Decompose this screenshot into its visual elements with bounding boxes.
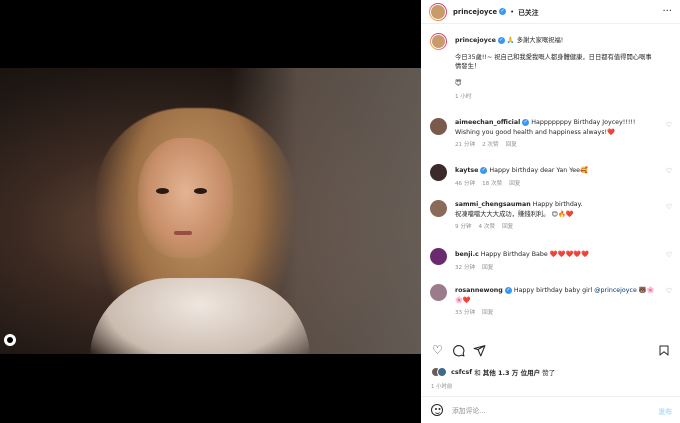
- like-comment-icon[interactable]: ♡: [666, 287, 672, 295]
- mention-link[interactable]: @princejoyce: [594, 287, 637, 294]
- follow-status-button[interactable]: 已关注: [518, 7, 538, 17]
- commenter-avatar[interactable]: [430, 248, 447, 265]
- more-options-icon[interactable]: ···: [662, 7, 672, 17]
- post-header: princejoyce ✓ • 已关注 ···: [421, 0, 680, 24]
- commenter-username[interactable]: kaytse: [455, 167, 478, 174]
- likes-suffix: 赞了: [542, 369, 556, 377]
- post-photo[interactable]: [0, 68, 421, 354]
- comment-item: aimeechan_official ✓ Happpppppy Birthday …: [421, 118, 680, 164]
- caption-author[interactable]: princejoyce: [455, 37, 496, 44]
- comment-text-line2: 祝凍噹噹大大大成功，賺錢利利。: [455, 210, 550, 218]
- caption-title-line: princejoyce ✓ 🙏 多謝大家嘅祝福!: [455, 33, 660, 46]
- comment-text: Happy birthday.: [532, 201, 583, 208]
- post-sidebar: princejoyce ✓ • 已关注 ··· princejoyce ✓ 🙏 多…: [421, 0, 680, 423]
- comment-text: Happy Birthday Babe: [480, 251, 548, 258]
- like-comment-icon[interactable]: ♡: [666, 121, 672, 129]
- commenter-username[interactable]: benji.c: [455, 251, 479, 258]
- caption-time: 1 小时: [455, 94, 472, 100]
- comments-list: princejoyce ✓ 🙏 多謝大家嘅祝福! 今日35歲!!~ 祝自己和我愛我…: [421, 33, 680, 335]
- commenter-username[interactable]: sammi_chengsauman: [455, 201, 531, 208]
- comment-time: 32 分钟: [455, 264, 476, 271]
- caption-title: 🙏 多謝大家嘅祝福!: [506, 37, 564, 44]
- comment-text: Happy birthday baby girl: [513, 287, 595, 294]
- liker-avatars[interactable]: [431, 367, 447, 377]
- liker-username[interactable]: csfcsf: [451, 368, 472, 376]
- comment-icon[interactable]: [452, 344, 465, 357]
- commenter-username[interactable]: rosannewong: [455, 287, 503, 294]
- emoji: 🥰: [580, 167, 588, 174]
- separator-dot: •: [510, 7, 515, 16]
- caption-emoji: 😇: [455, 79, 462, 87]
- post-comment-button[interactable]: 发布: [658, 406, 672, 416]
- like-comment-icon[interactable]: ♡: [666, 251, 672, 259]
- comment-composer: 添加评论... 发布: [421, 396, 680, 423]
- caption: princejoyce ✓ 🙏 多謝大家嘅祝福! 今日35歲!!~ 祝自己和我愛我…: [421, 33, 680, 107]
- verified-icon: ✓: [480, 166, 488, 174]
- verified-icon: ✓: [497, 36, 505, 44]
- reply-button[interactable]: 回复: [506, 140, 517, 148]
- comment-time: 46 分钟: [455, 180, 476, 187]
- caption-body: 今日35歲!!~ 祝自己和我愛我嘅人都身體健康，日日都有值得開心嘅事情發生！: [455, 53, 652, 71]
- comment-time: 33 分钟: [455, 310, 476, 316]
- author-avatar[interactable]: [429, 2, 447, 21]
- verified-icon: ✓: [522, 118, 530, 126]
- comment-time: 9 分钟: [455, 224, 472, 230]
- comment-item: benji.c Happy Birthday Babe ❤️❤️❤️❤️❤️ 3…: [421, 248, 680, 284]
- comment-likes[interactable]: 2 次赞: [482, 140, 499, 148]
- bookmark-icon[interactable]: [657, 344, 670, 357]
- reply-button[interactable]: 回复: [482, 308, 493, 316]
- comment-likes[interactable]: 18 次赞: [482, 179, 502, 187]
- action-bar: ♡: [421, 344, 680, 360]
- commenter-avatar[interactable]: [430, 118, 447, 135]
- comment-likes[interactable]: 4 次赞: [479, 222, 496, 230]
- post-time: 1 小时前: [431, 384, 453, 390]
- author-avatar-small[interactable]: [430, 33, 447, 50]
- commenter-avatar[interactable]: [430, 164, 447, 181]
- reply-button[interactable]: 回复: [509, 179, 520, 187]
- heart-emoji: ❤️: [607, 128, 615, 136]
- verified-icon: ✓: [504, 286, 512, 294]
- heart-emojis: ❤️❤️❤️❤️❤️: [549, 251, 590, 258]
- reply-button[interactable]: 回复: [502, 222, 513, 230]
- commenter-avatar[interactable]: [430, 284, 447, 301]
- share-icon[interactable]: [473, 344, 486, 357]
- emoji: 😊🔥❤️: [551, 210, 574, 218]
- commenter-avatar[interactable]: [430, 200, 447, 217]
- comment-input[interactable]: 添加评论...: [452, 405, 486, 415]
- comment-item: rosannewong ✓ Happy birthday baby girl @p…: [421, 284, 680, 322]
- verified-icon: ✓: [499, 8, 507, 15]
- comment-text: Happy birthday dear Yan Yee: [489, 167, 581, 174]
- like-comment-icon[interactable]: ♡: [666, 167, 672, 175]
- comment-item: kaytse ✓ Happy birthday dear Yan Yee🥰 46 …: [421, 164, 680, 200]
- tagged-user-icon[interactable]: [4, 334, 16, 346]
- likes-summary: csfcsf 和 其他 1.3 万 位用户 赞了: [431, 367, 555, 377]
- commenter-username[interactable]: aimeechan_official: [455, 119, 520, 126]
- media-panel: [0, 0, 421, 423]
- like-comment-icon[interactable]: ♡: [666, 203, 672, 211]
- heart-icon[interactable]: ♡: [431, 344, 444, 357]
- emoji-picker-icon[interactable]: [431, 404, 443, 416]
- reply-button[interactable]: 回复: [482, 263, 493, 271]
- comment-time: 21 分钟: [455, 142, 476, 148]
- author-username[interactable]: princejoyce: [453, 8, 497, 16]
- likes-and: 和: [474, 369, 481, 377]
- likes-others[interactable]: 其他 1.3 万 位用户: [483, 367, 540, 377]
- comment-item: sammi_chengsauman Happy birthday. 祝凍噹噹大大…: [421, 200, 680, 248]
